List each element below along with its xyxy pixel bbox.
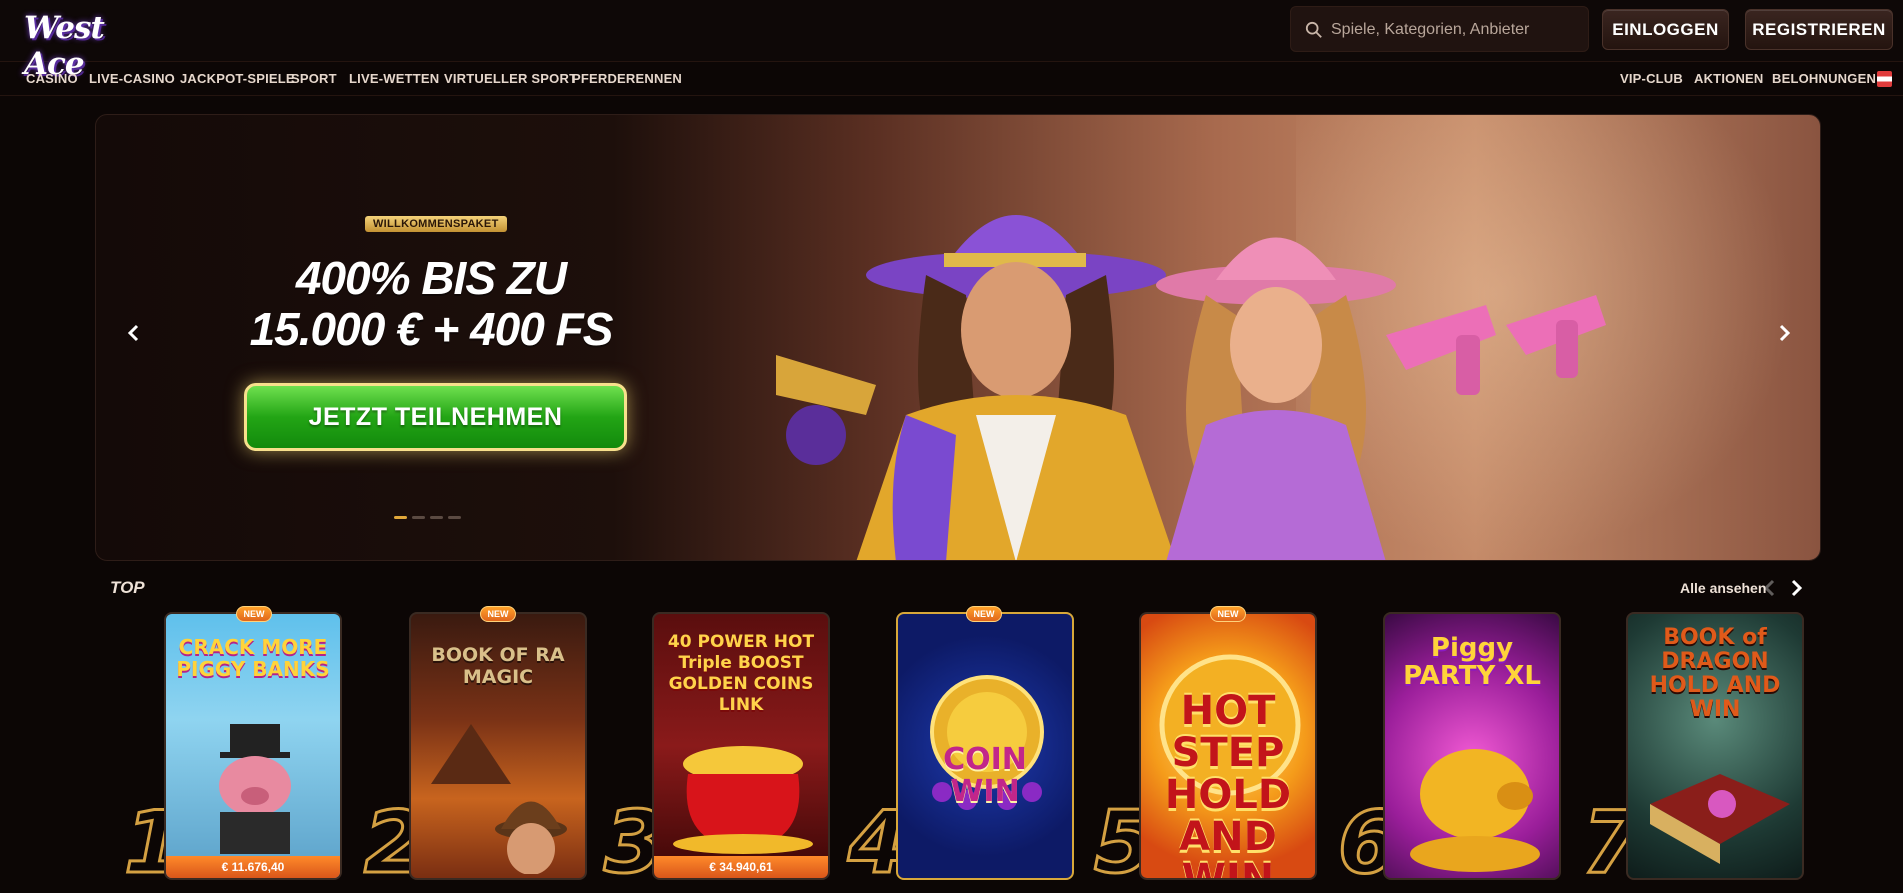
game-tile[interactable]: HOT STEP HOLD AND WIN xyxy=(1139,612,1317,880)
game-tile[interactable]: 40 POWER HOT Triple BOOST GOLDEN COINS L… xyxy=(652,612,830,880)
login-button[interactable]: EINLOGGEN xyxy=(1602,9,1729,50)
chevron-right-icon[interactable] xyxy=(1772,321,1796,345)
chevron-left-icon[interactable] xyxy=(1762,578,1778,598)
nav-item-rewards[interactable]: BELOHNUNGEN xyxy=(1772,71,1876,86)
see-all-link[interactable]: Alle ansehen xyxy=(1680,580,1766,596)
game-title: BOOK of DRAGON HOLD AND WIN xyxy=(1649,625,1781,722)
jackpot-amount: € 34.940,61 xyxy=(654,856,828,878)
main-nav: CASINO LIVE-CASINO JACKPOT-SPIELE SPORT … xyxy=(0,62,1903,96)
chevron-left-icon[interactable] xyxy=(122,321,146,345)
banner-headline: 400% BIS ZU 15.000 € + 400 FS xyxy=(246,253,616,355)
register-button[interactable]: REGISTRIEREN xyxy=(1745,9,1893,50)
carousel-dot[interactable] xyxy=(412,516,425,519)
new-badge: NEW xyxy=(1210,606,1246,622)
nav-item-live-casino[interactable]: LIVE-CASINO xyxy=(89,71,175,86)
nav-item-casino[interactable]: CASINO xyxy=(26,71,78,86)
jackpot-amount: € 11.676,40 xyxy=(166,856,340,878)
banner-headline-line2: 15.000 € + 400 FS xyxy=(249,303,614,355)
join-now-button[interactable]: JETZT TEILNEHMEN xyxy=(244,383,627,451)
language-flag-icon[interactable] xyxy=(1877,71,1892,87)
nav-item-live-betting[interactable]: LIVE-WETTEN xyxy=(349,71,439,86)
dragon-book-icon xyxy=(1650,774,1790,864)
nav-item-jackpot-games[interactable]: JACKPOT-SPIELE xyxy=(180,71,295,86)
game-tile[interactable]: CRACK MORE PIGGY BANKS € 11.676,40 xyxy=(164,612,342,880)
top-section-title: TOP xyxy=(110,578,145,597)
game-tile[interactable]: Piggy PARTY XL xyxy=(1383,612,1561,880)
nav-item-sport[interactable]: SPORT xyxy=(291,71,337,86)
nav-item-horse-racing[interactable]: PFERDERENNEN xyxy=(572,71,682,86)
game-title: HOT STEP HOLD AND WIN xyxy=(1164,688,1292,880)
nav-item-promotions[interactable]: AKTIONEN xyxy=(1694,71,1764,86)
temple-explorer-icon xyxy=(431,724,567,874)
site-logo[interactable]: West Ace xyxy=(24,6,154,82)
search-input[interactable] xyxy=(1331,15,1581,45)
nav-item-vip-club[interactable]: VIP-CLUB xyxy=(1620,71,1683,86)
game-tile[interactable]: COIN WIN xyxy=(896,612,1074,880)
game-title: COIN WIN xyxy=(943,742,1027,809)
carousel-dot[interactable] xyxy=(448,516,461,519)
game-title: BOOK OF RA MAGIC xyxy=(431,644,565,688)
search-box[interactable] xyxy=(1290,6,1589,52)
carousel-dot[interactable] xyxy=(394,516,407,519)
welcome-package-badge: WILLKOMMENSPAKET xyxy=(365,216,507,232)
game-tile[interactable]: BOOK OF RA MAGIC xyxy=(409,612,587,880)
search-icon xyxy=(1305,21,1322,38)
hero-banner[interactable]: WILLKOMMENSPAKET 400% BIS ZU 15.000 € + … xyxy=(95,114,1821,561)
golden-piggy-bank-icon xyxy=(1410,749,1540,872)
banner-headline-line1: 400% BIS ZU xyxy=(295,252,567,304)
nav-item-virtual-sport[interactable]: VIRTUELLER SPORT xyxy=(444,71,577,86)
new-badge: NEW xyxy=(236,606,272,622)
pig-character-icon xyxy=(219,724,291,854)
game-title: Piggy PARTY XL xyxy=(1403,633,1541,691)
game-title: CRACK MORE PIGGY BANKS xyxy=(176,635,330,681)
carousel-dot[interactable] xyxy=(430,516,443,519)
game-title: 40 POWER HOT Triple BOOST GOLDEN COINS L… xyxy=(667,632,815,715)
new-badge: NEW xyxy=(966,606,1002,622)
cowgirl-character-illustration xyxy=(1156,237,1606,560)
site-header: West Ace EINLOGGEN REGISTRIEREN xyxy=(0,0,1903,82)
new-badge: NEW xyxy=(480,606,516,622)
carousel-dots xyxy=(394,516,461,519)
game-tile[interactable]: BOOK of DRAGON HOLD AND WIN xyxy=(1626,612,1804,880)
chevron-right-icon[interactable] xyxy=(1788,578,1804,598)
pot-of-gold-icon xyxy=(673,746,813,854)
